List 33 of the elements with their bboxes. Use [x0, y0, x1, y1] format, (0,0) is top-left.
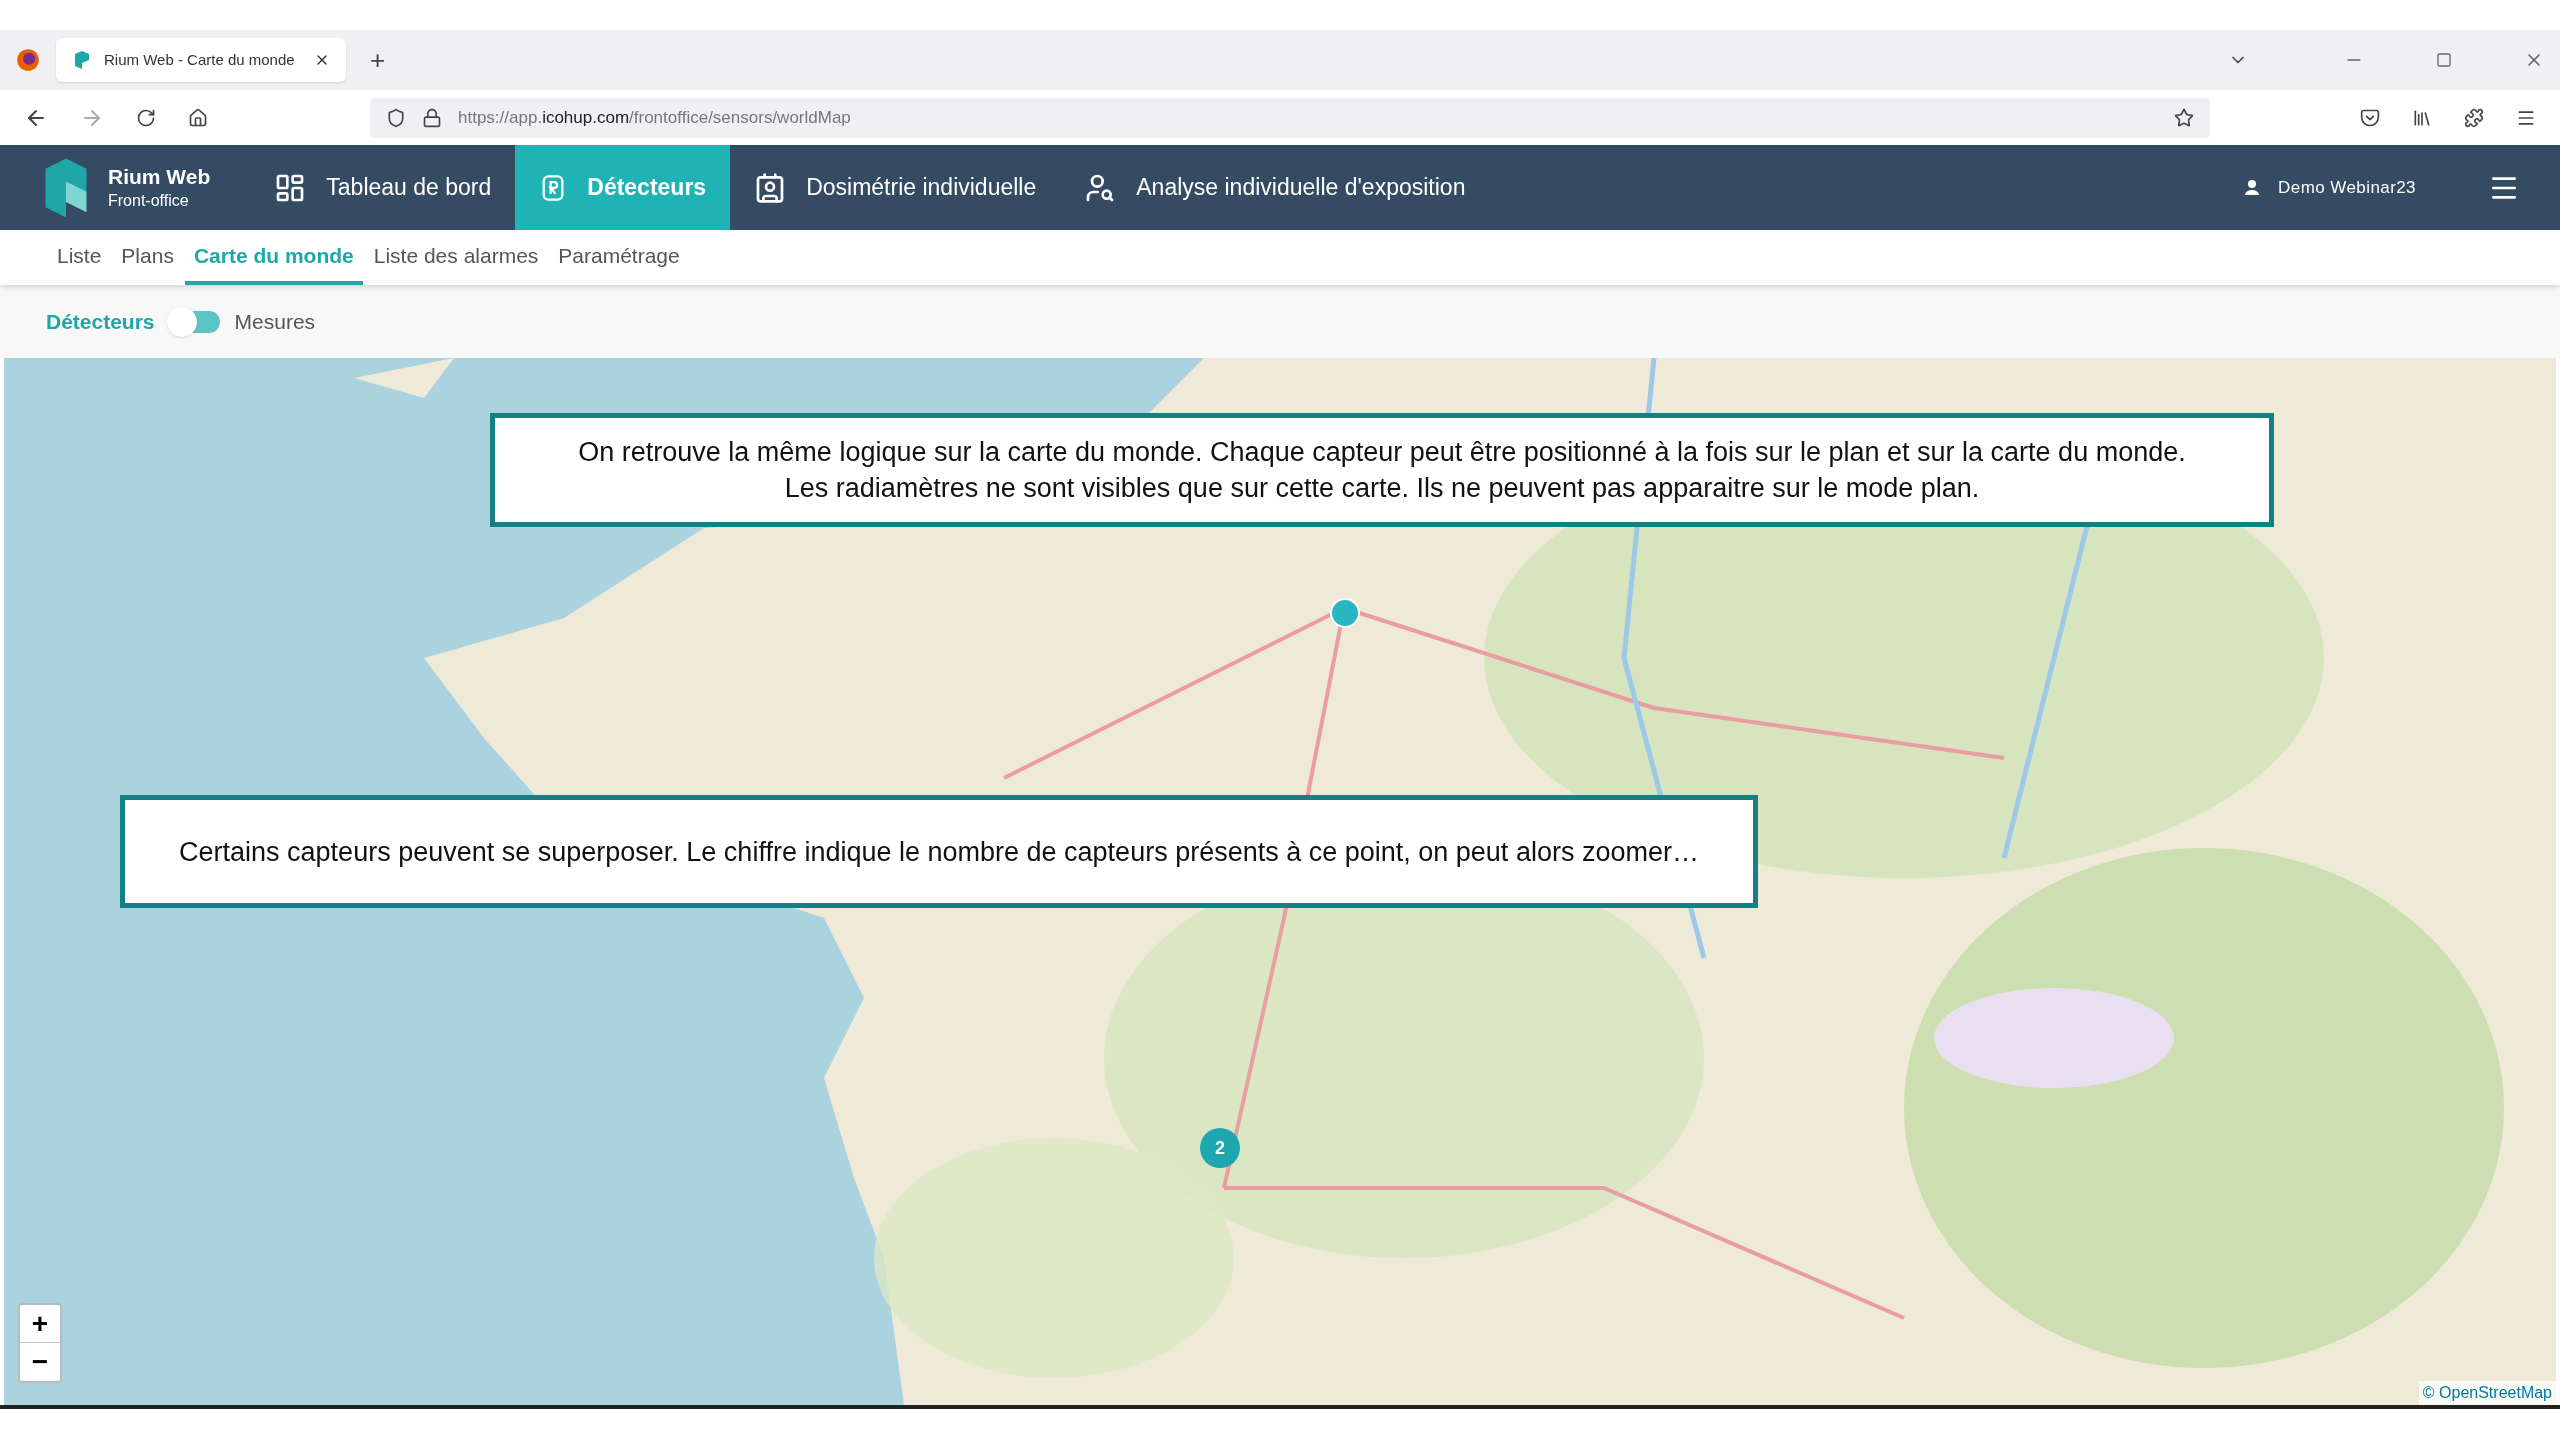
toggle-label: Détecteurs — [46, 308, 155, 335]
browser-tab[interactable]: Rium Web - Carte du monde — [56, 38, 346, 82]
sub-tab[interactable]: Liste des alarmes — [364, 230, 548, 285]
sub-tab[interactable]: Plans — [112, 230, 183, 285]
bookmark-star-icon[interactable] — [2174, 107, 2194, 128]
shield-icon — [386, 107, 406, 128]
user-name[interactable]: Demo Webinar23 — [2278, 174, 2416, 201]
lock-icon — [422, 107, 442, 128]
extensions-icon[interactable] — [2464, 107, 2484, 128]
sub-tab[interactable]: Paramétrage — [549, 230, 689, 285]
nav-tab[interactable]: Dosimétrie individuelle — [730, 145, 1061, 230]
callout-text: Certains capteurs peuvent se superposer. Le chiffre indique le nombre de capteurs présents à ce point, on peut alors zoomer… — [179, 835, 1699, 869]
app-brand-name: Rium Web — [108, 164, 211, 191]
nav-tab[interactable]: Tableau de bord — [250, 145, 516, 230]
toggle-label: Mesures — [234, 308, 316, 335]
new-tab-button[interactable]: + — [362, 40, 394, 80]
sub-tab[interactable]: Liste — [48, 230, 111, 285]
zoom-in-button[interactable]: + — [20, 1305, 60, 1343]
callout-text: Les radiamètres ne sont visibles que sur cette carte. Ils ne peuvent pas apparaitre sur le mode plan. — [784, 472, 1980, 505]
map-attribution[interactable]: © OpenStreetMap — [2418, 1381, 2556, 1405]
pocket-icon[interactable] — [2360, 107, 2380, 128]
site-logo-icon — [72, 50, 92, 70]
app-subtitle: Front-office — [108, 190, 190, 211]
zoom-out-button[interactable]: − — [20, 1343, 60, 1381]
browser-logo-icon — [16, 48, 40, 72]
address-bar[interactable]: https://app.icohup.com/frontoffice/sensors/worldMap — [370, 97, 2210, 138]
tab-title: Rium Web - Carte du monde — [104, 49, 295, 70]
restore-icon[interactable] — [2436, 52, 2452, 68]
callout-text: On retrouve la même logique sur la carte du monde. Chaque capteur peut être positionné à la fois sur le plan et sur la carte du monde. — [578, 436, 2186, 469]
nav-tab[interactable]: Analyse individuelle d'exposition — [1060, 145, 1490, 230]
home-icon[interactable] — [188, 107, 208, 128]
reload-icon[interactable] — [136, 107, 156, 128]
url-text: https://app.icohup.com/frontoffice/sensors/worldMap — [458, 106, 851, 129]
